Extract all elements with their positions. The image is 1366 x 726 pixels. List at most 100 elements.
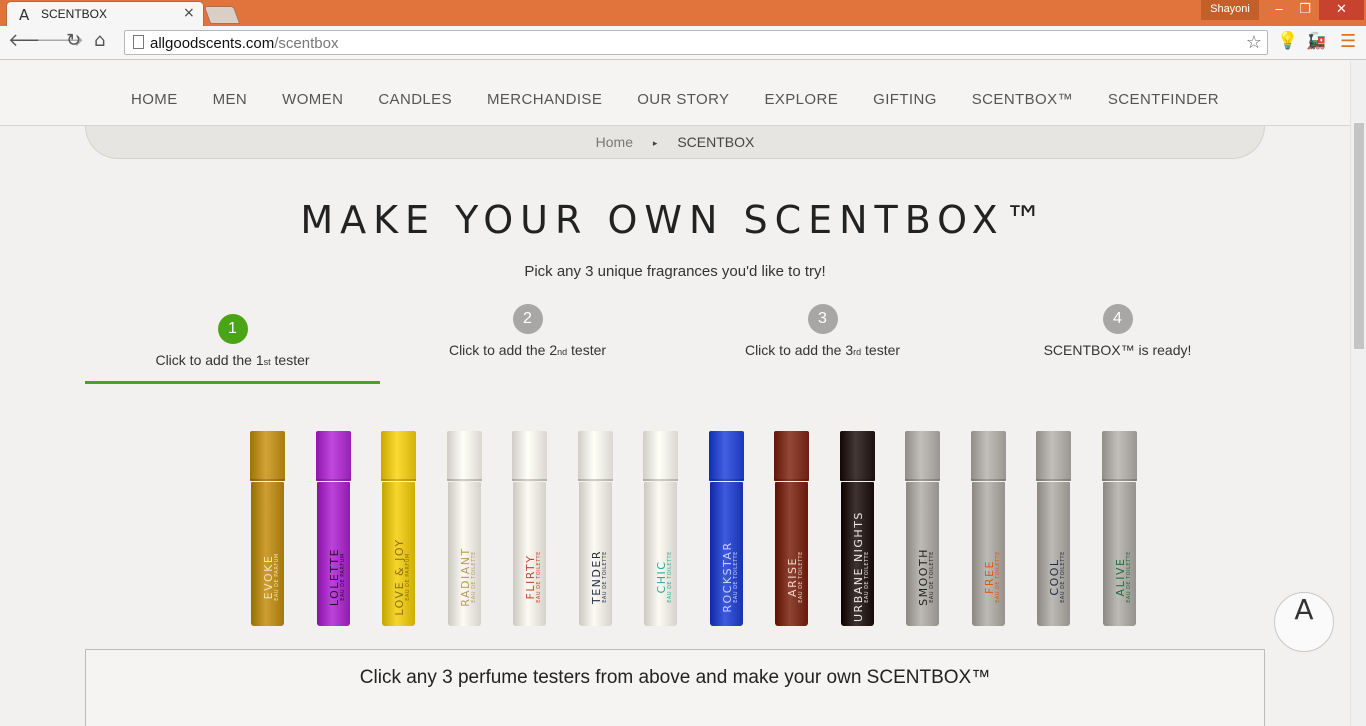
train-extension-icon[interactable]: 🚂 [1306,31,1326,50]
step-label: Click to add the 2nd tester [448,342,607,358]
scrollbar-thumb[interactable] [1354,123,1364,349]
url-text[interactable]: allgoodscents.com/scentbox [150,35,338,52]
tester-cap [643,431,678,481]
step-4[interactable]: 4 SCENTBOX™ is ready! [970,304,1265,358]
tester-type: EAU DE PARFUM [405,553,411,601]
tester-type: EAU DE TOILETTE [864,551,870,603]
nav-item-merchandise[interactable]: MERCHANDISE [469,91,619,108]
tester-cap [774,431,809,481]
tester-smooth[interactable]: SMOOTH EAU DE TOILETTE [905,431,940,627]
browser-toolbar: 🡐 🡒 ↻ ⌂ allgoodscents.com/scentbox ☆ 💡 🚂… [0,26,1366,60]
nav-item-explore[interactable]: EXPLORE [747,91,856,108]
step-label: SCENTBOX™ is ready! [1043,342,1192,358]
tester-bottle: FREE EAU DE TOILETTE [972,482,1005,626]
tester-type: EAU DE PARFUM [274,553,280,601]
bulb-extension-icon[interactable]: 💡 [1277,31,1298,51]
nav-item-our-story[interactable]: OUR STORY [620,91,747,108]
menu-icon[interactable]: ☰ [1340,31,1356,52]
tester-alive[interactable]: ALIVE EAU DE TOILETTE [1102,431,1137,627]
tester-cap [316,431,351,481]
tester-lineup: EVOKE EAU DE PARFUM LOLETTE EAU DE PARFUM LO… [250,431,1150,631]
tester-arise[interactable]: ARISE EAU DE TOILETTE [774,431,809,627]
minimize-button[interactable]: ‒ [1266,0,1292,20]
tester-type: EAU DE TOILETTE [667,551,673,603]
maximize-button[interactable]: ❐ [1292,0,1318,20]
tester-cap [512,431,547,481]
tester-cap [250,431,285,481]
tester-cool[interactable]: COOL EAU DE TOILETTE [1036,431,1071,627]
active-step-underline [85,381,380,384]
tester-evoke[interactable]: EVOKE EAU DE PARFUM [250,431,285,627]
profile-button[interactable]: Shayoni [1201,0,1259,20]
tester-cap [709,431,744,481]
window-titlebar: A SCENTBOX × Shayoni ‒ ❐ ✕ [0,0,1366,26]
scroll-top-logo-button[interactable]: A [1274,592,1334,652]
tab-title: SCENTBOX [41,7,108,21]
close-window-button[interactable]: ✕ [1319,0,1364,20]
site-navigation: HOME MEN WOMEN CANDLES MERCHANDISE OUR STORY E… [0,61,1350,126]
home-icon[interactable]: ⌂ [94,30,105,51]
address-bar[interactable]: allgoodscents.com/scentbox ☆ [124,30,1268,55]
scentbox-summary-box: Click any 3 perfume testers from above a… [85,649,1265,726]
tester-flirty[interactable]: FLIRTY EAU DE TOILETTE [512,431,547,627]
page-subtitle: Pick any 3 unique fragrances you'd like … [524,263,826,280]
tester-bottle: ARISE EAU DE TOILETTE [775,482,808,626]
browser-tab[interactable]: A SCENTBOX × [6,1,204,26]
tester-type: EAU DE TOILETTE [536,551,542,603]
step-3[interactable]: 3 Click to add the 3rd tester [675,304,970,358]
tester-bottle: ALIVE EAU DE TOILETTE [1103,482,1136,626]
page-icon [133,35,144,49]
page-viewport: HOME MEN WOMEN CANDLES MERCHANDISE OUR STORY E… [0,61,1350,726]
tester-bottle: RADIANT EAU DE TOILETTE [448,482,481,626]
nav-item-gifting[interactable]: GIFTING [856,91,955,108]
tester-type: EAU DE TOILETTE [471,551,477,603]
page-scrollbar[interactable] [1350,61,1366,726]
tester-type: EAU DE TOILETTE [733,551,739,603]
page-title: MAKE YOUR OWN SCENTBOX™ [300,198,1050,242]
tester-love-joy[interactable]: LOVE & JOY EAU DE PARFUM [381,431,416,627]
tester-free[interactable]: FREE EAU DE TOILETTE [971,431,1006,627]
breadcrumb: Home ▸ SCENTBOX [85,126,1265,159]
tester-type: EAU DE TOILETTE [798,551,804,603]
tester-cap [578,431,613,481]
nav-item-scentfinder[interactable]: SCENTFINDER [1090,91,1236,108]
step-number-badge: 1 [217,314,248,344]
nav-item-scentbox[interactable]: SCENTBOX™ [954,91,1090,108]
tester-type: EAU DE TOILETTE [1060,551,1066,603]
breadcrumb-home-link[interactable]: Home [596,134,633,150]
tester-rockstar[interactable]: ROCKSTAR EAU DE TOILETTE [709,431,744,627]
tester-chic[interactable]: CHIC EAU DE TOILETTE [643,431,678,627]
nav-list: HOME MEN WOMEN CANDLES MERCHANDISE OUR STORY E… [0,91,1350,108]
step-1[interactable]: 1 Click to add the 1st tester [85,304,380,368]
tester-bottle: ROCKSTAR EAU DE TOILETTE [710,482,743,626]
site-logo-icon: A [19,6,30,24]
tester-bottle: URBANE NIGHTS EAU DE TOILETTE [841,482,874,626]
tester-bottle: LOLETTE EAU DE PARFUM [317,482,350,626]
nav-item-women[interactable]: WOMEN [265,91,361,108]
star-icon[interactable]: ☆ [1246,32,1262,53]
tester-urbane-nights[interactable]: URBANE NIGHTS EAU DE TOILETTE [840,431,875,627]
tester-lolette[interactable]: LOLETTE EAU DE PARFUM [316,431,351,627]
tester-cap [840,431,875,481]
step-label: Click to add the 1st tester [155,352,310,368]
tester-tender[interactable]: TENDER EAU DE TOILETTE [578,431,613,627]
tester-bottle: SMOOTH EAU DE TOILETTE [906,482,939,626]
close-tab-icon[interactable]: × [183,5,195,21]
tester-type: EAU DE PARFUM [340,553,346,601]
tester-cap [447,431,482,481]
new-tab-button[interactable] [203,6,241,24]
step-2[interactable]: 2 Click to add the 2nd tester [380,304,675,358]
nav-item-men[interactable]: MEN [195,91,265,108]
tester-bottle: EVOKE EAU DE PARFUM [251,482,284,626]
tester-cap [1102,431,1137,481]
tester-type: EAU DE TOILETTE [1126,551,1132,603]
summary-instruction: Click any 3 perfume testers from above a… [359,667,991,688]
tester-radiant[interactable]: RADIANT EAU DE TOILETTE [447,431,482,627]
reload-icon[interactable]: ↻ [66,30,81,51]
nav-item-candles[interactable]: CANDLES [361,91,470,108]
tester-cap [1036,431,1071,481]
tester-type: EAU DE TOILETTE [995,551,1001,603]
nav-item-home[interactable]: HOME [114,91,196,108]
tester-bottle: COOL EAU DE TOILETTE [1037,482,1070,626]
tester-cap [905,431,940,481]
